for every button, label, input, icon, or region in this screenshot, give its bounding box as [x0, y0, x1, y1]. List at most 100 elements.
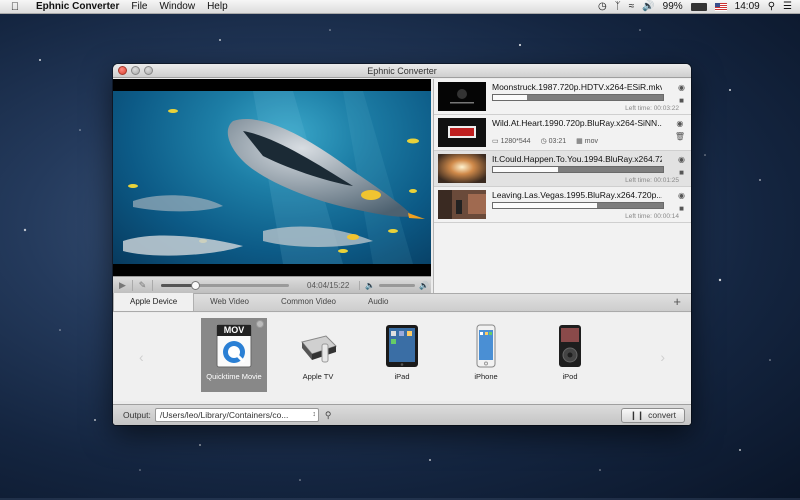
clock-icon: ◷ — [540, 138, 547, 145]
trash-icon[interactable]: 🗑 — [675, 132, 685, 141]
device-picker: ‹ MOV Quicktime Movie Apple TV iPad iPho… — [113, 313, 691, 401]
input-source-flag-icon[interactable] — [714, 2, 727, 11]
device-iphone[interactable]: iPhone — [453, 318, 519, 392]
minimize-window-button[interactable] — [131, 66, 140, 75]
seek-handle[interactable] — [190, 280, 200, 290]
progress-fill — [493, 167, 558, 172]
scroll-left-icon[interactable]: ‹ — [139, 349, 144, 365]
conversion-queue: Moonstruck.1987.720p.HDTV.x264-ESiR.mkv … — [433, 79, 691, 293]
apple-menu-icon[interactable]:  — [0, 1, 30, 13]
battery-percent[interactable]: 99% — [663, 1, 683, 12]
convert-icon: ❙❙ — [629, 409, 645, 420]
menu-window[interactable]: Window — [153, 1, 201, 12]
queue-item[interactable]: Leaving.Las.Vegas.1995.BluRay.x264.720p.… — [434, 187, 691, 223]
close-window-button[interactable] — [118, 66, 127, 75]
mov-badge: MOV — [223, 325, 245, 335]
queue-item[interactable]: Wild.At.Heart.1990.720p.BluRay.x264-SiNN… — [434, 115, 691, 151]
video-thumbnail — [438, 190, 486, 219]
queue-item-left-time: Left time: 00:03:22 — [625, 105, 679, 112]
convert-button[interactable]: ❙❙ convert — [620, 407, 685, 423]
search-icon[interactable]: ⚲ — [325, 410, 332, 421]
volume-high-icon[interactable]: 🔊 — [419, 281, 429, 290]
stop-icon[interactable]: ■ — [679, 168, 684, 177]
queue-item[interactable]: Moonstruck.1987.720p.HDTV.x264-ESiR.mkv … — [434, 79, 691, 115]
tab-web-video[interactable]: Web Video — [194, 293, 265, 311]
device-ipad[interactable]: iPad — [369, 318, 435, 392]
output-path: /Users/leo/Library/Containers/co... — [159, 410, 289, 420]
volume-slider[interactable] — [379, 283, 416, 287]
profile-tabs: Apple Device Web Video Common Video Audi… — [113, 293, 691, 312]
tab-common-video[interactable]: Common Video — [265, 293, 352, 311]
add-profile-icon[interactable]: + — [673, 293, 681, 311]
video-thumbnail — [438, 154, 486, 183]
volume-icon[interactable]: 🔊 — [642, 1, 654, 12]
ipod-icon — [550, 324, 590, 368]
status-area: ◷ ᛉ ≈ 🔊 99% 14:09 ⚲ ☰ — [598, 1, 800, 12]
video-thumbnail — [438, 82, 486, 111]
queue-item-name: Moonstruck.1987.720p.HDTV.x264-ESiR.mkv — [492, 82, 662, 92]
quicktime-mov-icon: MOV — [214, 324, 254, 368]
device-label: iPod — [562, 372, 578, 381]
device-ipod[interactable]: iPod — [537, 318, 603, 392]
stop-icon[interactable]: ■ — [679, 204, 684, 213]
settings-gear-icon[interactable] — [256, 320, 264, 328]
queue-item-progress — [492, 94, 664, 101]
volume-low-icon[interactable]: 🔈 — [365, 281, 375, 290]
player-controls: ▶ ✎ 04:04/15:22 🔈 🔊 — [113, 276, 431, 293]
eye-icon[interactable]: ◉ — [676, 119, 683, 128]
eye-icon[interactable]: ◉ — [678, 155, 685, 164]
queue-item-progress — [492, 166, 664, 173]
eye-icon[interactable]: ◉ — [678, 191, 685, 200]
notification-center-icon[interactable]: ☰ — [783, 1, 792, 12]
apple-tv-icon — [298, 324, 338, 368]
time-machine-icon[interactable]: ◷ — [598, 1, 607, 12]
device-apple-tv[interactable]: Apple TV — [285, 318, 351, 392]
menu-help[interactable]: Help — [201, 1, 234, 12]
play-icon[interactable]: ▶ — [113, 279, 133, 291]
device-label: iPad — [394, 372, 410, 381]
ipad-icon — [382, 324, 422, 368]
iphone-icon — [466, 324, 506, 368]
queue-item-left-time: Left time: 00:00:14 — [625, 213, 679, 220]
zoom-window-button[interactable] — [144, 66, 153, 75]
title-bar[interactable]: Ephnic Converter — [113, 64, 691, 78]
volume-control: 🔈 🔊 — [359, 280, 429, 290]
film-icon: ▦ — [576, 138, 583, 145]
menu-clock[interactable]: 14:09 — [735, 1, 760, 12]
menu-app-name[interactable]: Ephnic Converter — [30, 1, 125, 12]
tab-audio[interactable]: Audio — [352, 293, 404, 311]
stop-icon[interactable]: ■ — [679, 96, 684, 105]
spotlight-search-icon[interactable]: ⚲ — [768, 1, 775, 12]
output-path-select[interactable]: /Users/leo/Library/Containers/co... ↕ — [154, 408, 319, 422]
video-thumbnail — [438, 118, 486, 147]
convert-label: convert — [648, 409, 676, 420]
progress-fill — [493, 95, 527, 100]
item-duration: 03:21 — [548, 138, 567, 145]
eye-icon[interactable]: ◉ — [678, 83, 685, 92]
device-label: Apple TV — [302, 372, 334, 381]
queue-item-name: Wild.At.Heart.1990.720p.BluRay.x264-SiNN… — [492, 118, 662, 128]
seek-bar[interactable] — [161, 280, 289, 290]
scroll-right-icon[interactable]: › — [660, 349, 665, 365]
app-window: Ephnic Converter ▶ ✎ 04:04/15:22 🔈 🔊 Moo… — [113, 64, 691, 425]
queue-item[interactable]: It.Could.Happen.To.You.1994.BluRay.x264.… — [434, 151, 691, 187]
queue-item-meta: ▭ 1280*544 ◷ 03:21 ▦ mov — [492, 137, 598, 145]
monitor-icon: ▭ — [492, 138, 499, 145]
video-frame — [113, 91, 431, 264]
wifi-icon[interactable]: ≈ — [629, 1, 635, 12]
queue-item-name: It.Could.Happen.To.You.1994.BluRay.x264.… — [492, 154, 662, 164]
queue-item-left-time: Left time: 00:01:25 — [625, 177, 679, 184]
battery-icon[interactable] — [690, 2, 707, 11]
tab-apple-device[interactable]: Apple Device — [113, 293, 195, 311]
bluetooth-icon[interactable]: ᛉ — [615, 1, 621, 12]
item-resolution: 1280*544 — [500, 138, 531, 145]
menu-bar:  Ephnic Converter File Window Help ◷ ᛉ … — [0, 0, 800, 14]
device-quicktime-movie[interactable]: MOV Quicktime Movie — [201, 318, 267, 392]
device-label: Quicktime Movie — [206, 372, 262, 381]
edit-pencil-icon[interactable]: ✎ — [133, 279, 153, 291]
video-preview[interactable] — [113, 79, 431, 276]
output-bar: Output: /Users/leo/Library/Containers/co… — [113, 404, 691, 425]
menu-file[interactable]: File — [125, 1, 153, 12]
window-title: Ephnic Converter — [367, 66, 437, 76]
playback-time: 04:04/15:22 — [307, 280, 350, 290]
